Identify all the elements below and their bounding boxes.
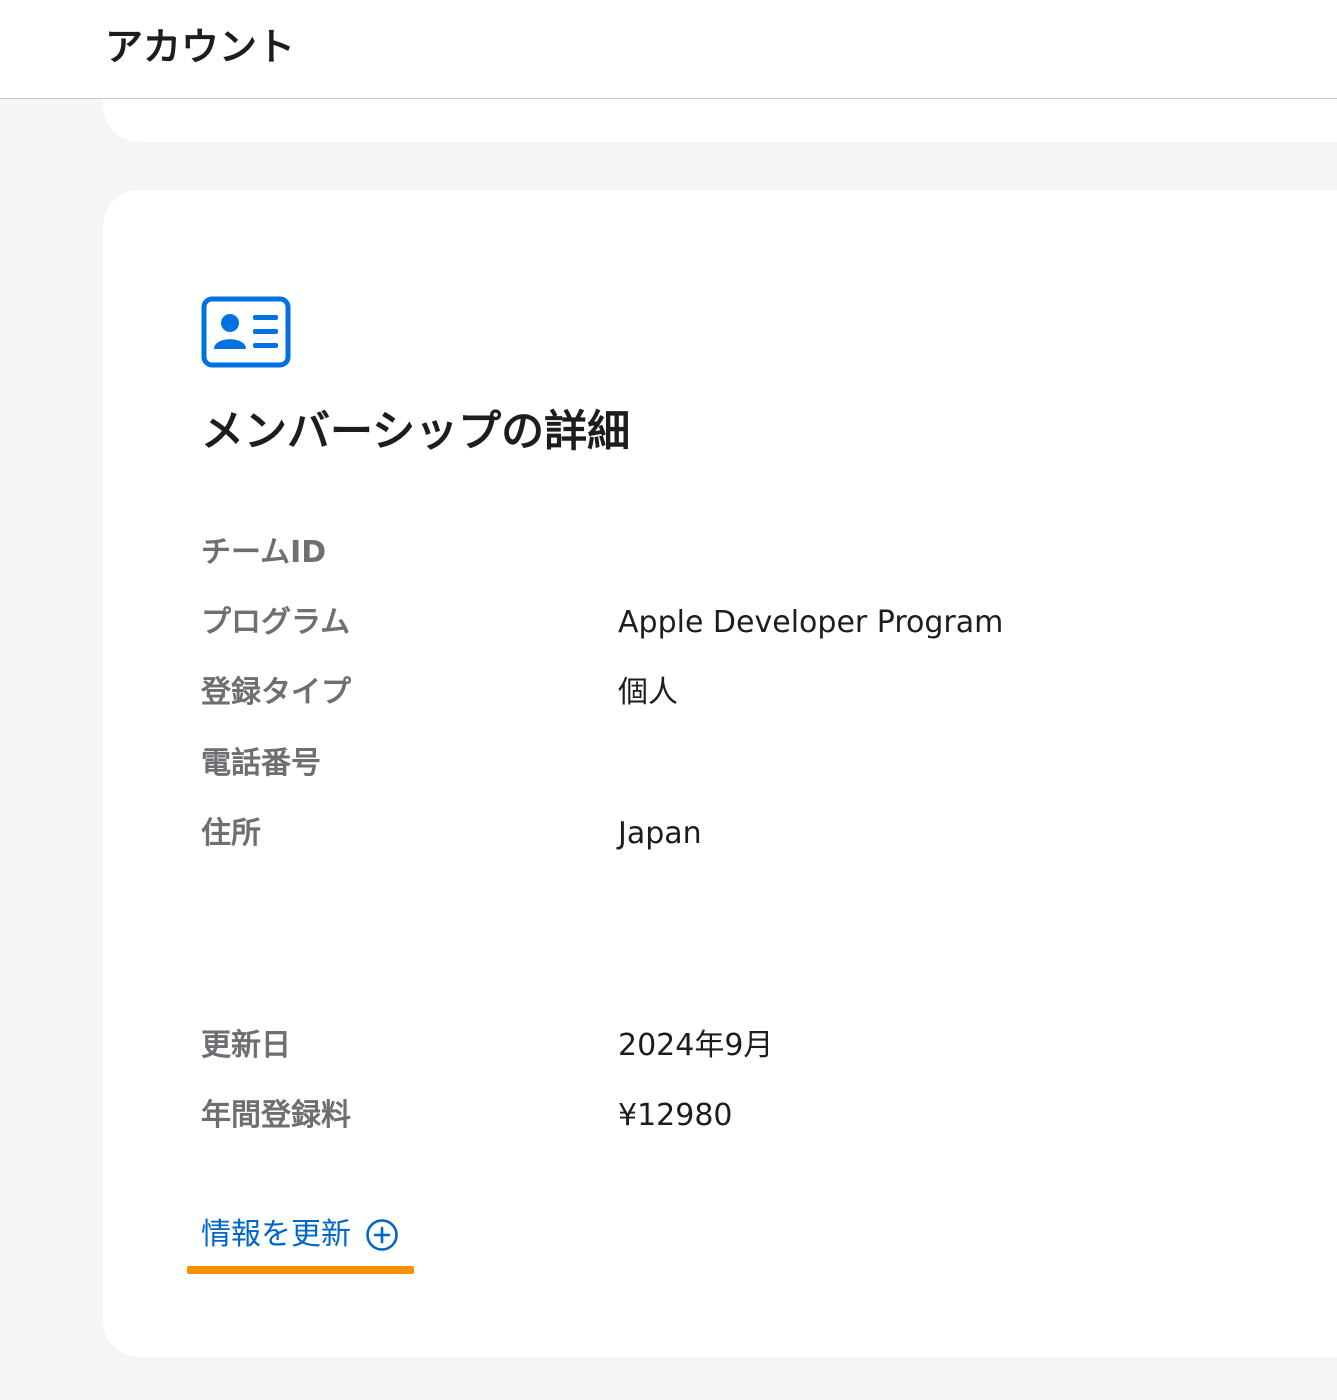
update-info-label: 情報を更新 <box>201 1217 351 1252</box>
enrollment-type-label: 登録タイプ <box>201 675 351 710</box>
highlight-underline <box>187 1266 414 1274</box>
top-bar: アカウント <box>0 0 1337 99</box>
address-label: 住所 <box>201 816 261 851</box>
team-id-label: チームID <box>201 535 327 570</box>
enrollment-type-value: 個人 <box>618 675 678 710</box>
phone-label: 電話番号 <box>201 746 321 781</box>
page-title: アカウント <box>105 25 296 69</box>
plus-circle-icon <box>366 1219 398 1251</box>
membership-details-card: メンバーシップの詳細 チームID プログラム Apple Developer P… <box>103 190 1337 1357</box>
update-info-link[interactable]: 情報を更新 <box>201 1214 399 1256</box>
annual-fee-value: ¥12980 <box>618 1098 733 1133</box>
address-value: Japan <box>618 816 702 851</box>
section-title: メンバーシップの詳細 <box>201 407 631 457</box>
renewal-date-label: 更新日 <box>201 1028 291 1063</box>
program-value: Apple Developer Program <box>618 605 1004 640</box>
previous-card-bottom <box>103 99 1337 142</box>
renewal-date-value: 2024年9月 <box>618 1028 774 1063</box>
id-card-icon <box>201 296 291 368</box>
program-label: プログラム <box>201 605 351 640</box>
annual-fee-label: 年間登録料 <box>201 1098 351 1133</box>
